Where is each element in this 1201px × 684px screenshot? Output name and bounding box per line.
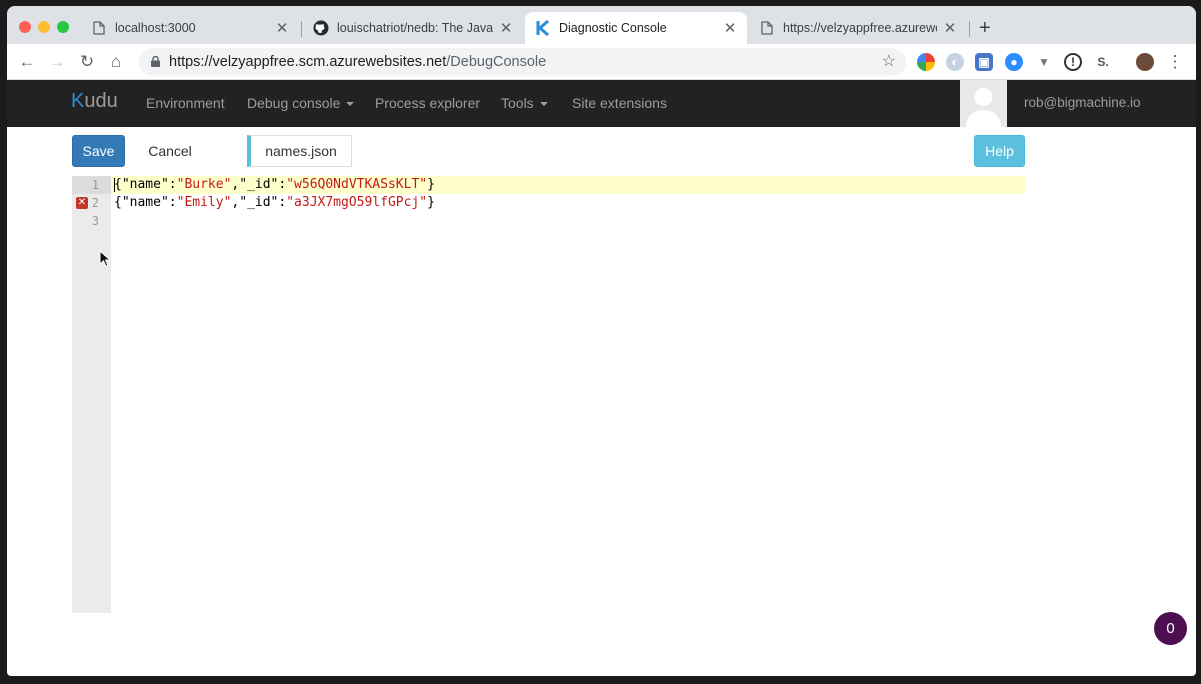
tab-title: Diagnostic Console xyxy=(559,21,667,35)
code-line: {"name":"Emily","_id":"a3JX7mgO59lfGPcj"… xyxy=(114,195,435,210)
caret-down-icon xyxy=(539,102,548,107)
nav-debug-console[interactable]: Debug console xyxy=(247,95,355,111)
nav-site-extensions[interactable]: Site extensions xyxy=(572,95,667,111)
address-bar[interactable]: https://velzyappfree.scm.azurewebsites.n… xyxy=(139,48,906,76)
new-tab-icon[interactable]: + xyxy=(979,18,991,38)
user-silhouette-icon xyxy=(966,88,1001,127)
url-host: https://velzyappfree.scm.azurewebsites.n… xyxy=(169,54,447,70)
s-extension-icon[interactable]: S. xyxy=(1094,53,1112,71)
nav-process-explorer[interactable]: Process explorer xyxy=(375,95,480,111)
tab-strip: localhost:3000 ✕ louischatriot/nedb: The… xyxy=(7,6,1196,44)
help-button[interactable]: Help xyxy=(974,135,1025,167)
notification-badge[interactable]: 0 xyxy=(1154,612,1187,645)
avatar xyxy=(960,80,1007,127)
code-editor[interactable]: {"name":"Burke","_id":"w56Q0NdVTKASsKLT"… xyxy=(111,176,1025,613)
kudu-icon xyxy=(535,20,551,36)
tab-localhost[interactable]: localhost:3000 ✕ xyxy=(81,12,299,44)
home-icon[interactable]: ⌂ xyxy=(106,52,126,72)
caret-down-icon xyxy=(346,102,355,107)
close-icon[interactable]: ✕ xyxy=(943,19,957,37)
close-icon[interactable]: ✕ xyxy=(723,19,737,37)
close-icon[interactable]: ✕ xyxy=(275,19,289,37)
kudu-navbar: Kudu Environment Debug console Process e… xyxy=(7,80,1196,127)
url-path: /DebugConsole xyxy=(446,54,547,70)
password-extension-icon[interactable]: ! xyxy=(1064,53,1082,71)
forward-arrow-icon[interactable]: → xyxy=(47,52,67,72)
tab-separator xyxy=(969,21,970,37)
profile-avatar-icon[interactable] xyxy=(1136,53,1154,71)
color-wheel-extension-icon[interactable] xyxy=(917,53,935,71)
bookmark-star-icon[interactable]: ☆ xyxy=(882,48,896,76)
minimize-window-button[interactable] xyxy=(38,21,50,33)
back-arrow-icon[interactable]: ← xyxy=(17,52,37,72)
code-line: {"name":"Burke","_id":"w56Q0NdVTKASsKLT"… xyxy=(111,176,1025,194)
menu-kebab-icon[interactable]: ⋮ xyxy=(1165,52,1185,72)
page-icon xyxy=(91,20,107,36)
github-icon xyxy=(313,20,329,36)
tab-separator xyxy=(301,21,302,37)
text-cursor xyxy=(114,178,115,192)
nav-tools[interactable]: Tools xyxy=(501,95,548,111)
tab-title: louischatriot/nedb: The JavaSc xyxy=(337,21,493,35)
reload-icon[interactable]: ↻ xyxy=(77,52,97,72)
video-extension-icon[interactable]: ● xyxy=(1005,53,1023,71)
cancel-button[interactable]: Cancel xyxy=(138,135,202,167)
zoom-window-button[interactable] xyxy=(57,21,69,33)
filename-label: names.json xyxy=(247,135,352,167)
page-icon xyxy=(759,20,775,36)
tab-nedb[interactable]: louischatriot/nedb: The JavaSc ✕ xyxy=(303,12,523,44)
close-window-button[interactable] xyxy=(19,21,31,33)
close-icon[interactable]: ✕ xyxy=(499,19,513,37)
line-number: 1 xyxy=(72,176,111,194)
lock-extension-icon[interactable]: ▣ xyxy=(975,53,993,71)
mouse-pointer-icon xyxy=(99,250,111,267)
error-icon[interactable]: ✕ xyxy=(76,197,88,209)
user-email[interactable]: rob@bigmachine.io xyxy=(1024,95,1141,110)
save-button[interactable]: Save xyxy=(72,135,125,167)
tab-title: localhost:3000 xyxy=(115,21,196,35)
vue-extension-icon[interactable]: ▼ xyxy=(1035,53,1053,71)
tab-diagnostic-console[interactable]: Diagnostic Console ✕ xyxy=(525,12,747,44)
browser-toolbar: ← → ↻ ⌂ https://velzyappfree.scm.azurewe… xyxy=(7,44,1196,80)
tab-azure-site[interactable]: https://velzyappfree.azureweb ✕ xyxy=(749,12,967,44)
lock-icon xyxy=(151,56,160,67)
editor-gutter: 1 ✕ 2 3 xyxy=(72,176,111,613)
line-number: 3 xyxy=(91,214,99,228)
nav-environment[interactable]: Environment xyxy=(146,95,225,111)
kudu-logo[interactable]: Kudu xyxy=(71,90,118,113)
compass-extension-icon[interactable]: ◐ xyxy=(946,53,964,71)
line-number: ✕ 2 xyxy=(76,196,99,210)
browser-window: localhost:3000 ✕ louischatriot/nedb: The… xyxy=(7,6,1196,676)
tab-title: https://velzyappfree.azureweb xyxy=(783,21,937,35)
